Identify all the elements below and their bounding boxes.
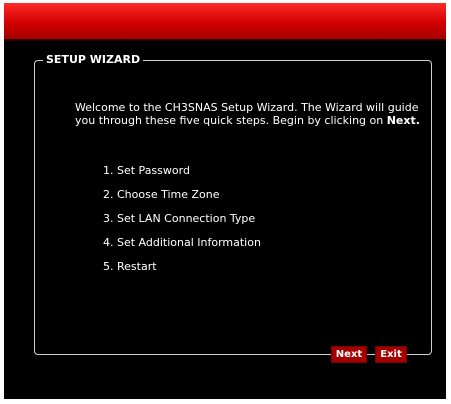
- setup-wizard-panel: SETUP WIZARD Welcome to the CH3SNAS Setu…: [34, 53, 432, 363]
- wizard-steps-list: 1. Set Password 2. Choose Time Zone 3. S…: [103, 164, 261, 284]
- wizard-step: 1. Set Password: [103, 164, 190, 177]
- wizard-step: 4. Set Additional Information: [103, 236, 261, 249]
- wizard-intro-next: Next.: [386, 114, 420, 127]
- next-button[interactable]: Next: [331, 346, 367, 363]
- header-bar: [4, 3, 446, 39]
- wizard-step: 2. Choose Time Zone: [103, 188, 220, 201]
- header-divider: [4, 39, 446, 41]
- wizard-step: 5. Restart: [103, 260, 157, 273]
- wizard-intro: Welcome to the CH3SNAS Setup Wizard. The…: [75, 101, 420, 127]
- wizard-window: SETUP WIZARD Welcome to the CH3SNAS Setu…: [4, 3, 446, 399]
- setup-wizard-title: SETUP WIZARD: [46, 53, 141, 66]
- exit-button[interactable]: Exit: [375, 346, 407, 363]
- wizard-intro-text: Welcome to the CH3SNAS Setup Wizard. The…: [75, 101, 419, 127]
- wizard-step: 3. Set LAN Connection Type: [103, 212, 256, 225]
